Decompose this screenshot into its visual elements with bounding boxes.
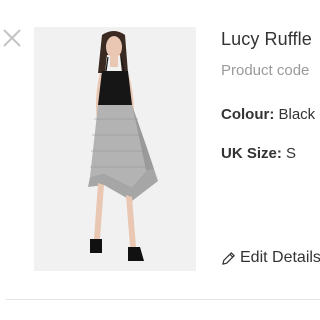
product-photo (34, 27, 196, 271)
size-value: S (286, 145, 297, 162)
edit-details-link[interactable]: Edit Details (221, 249, 320, 267)
size-label: UK Size: (221, 145, 282, 162)
colour-value: Black (278, 106, 316, 123)
divider (6, 299, 320, 300)
remove-item-button[interactable] (0, 26, 24, 50)
product-code-label: Product code (221, 62, 310, 79)
edit-details-label: Edit Details (240, 249, 320, 266)
colour-row: Colour: Black (221, 106, 315, 123)
size-row: UK Size: S (221, 145, 296, 162)
colour-label: Colour: (221, 106, 275, 123)
close-icon (3, 29, 21, 47)
product-name[interactable]: Lucy Ruffle (221, 29, 312, 50)
item-details: Lucy Ruffle Product code Colour: Black U… (221, 0, 320, 300)
product-image[interactable] (34, 27, 196, 271)
basket-item-card: Lucy Ruffle Product code Colour: Black U… (0, 0, 320, 320)
pencil-icon (222, 251, 235, 265)
